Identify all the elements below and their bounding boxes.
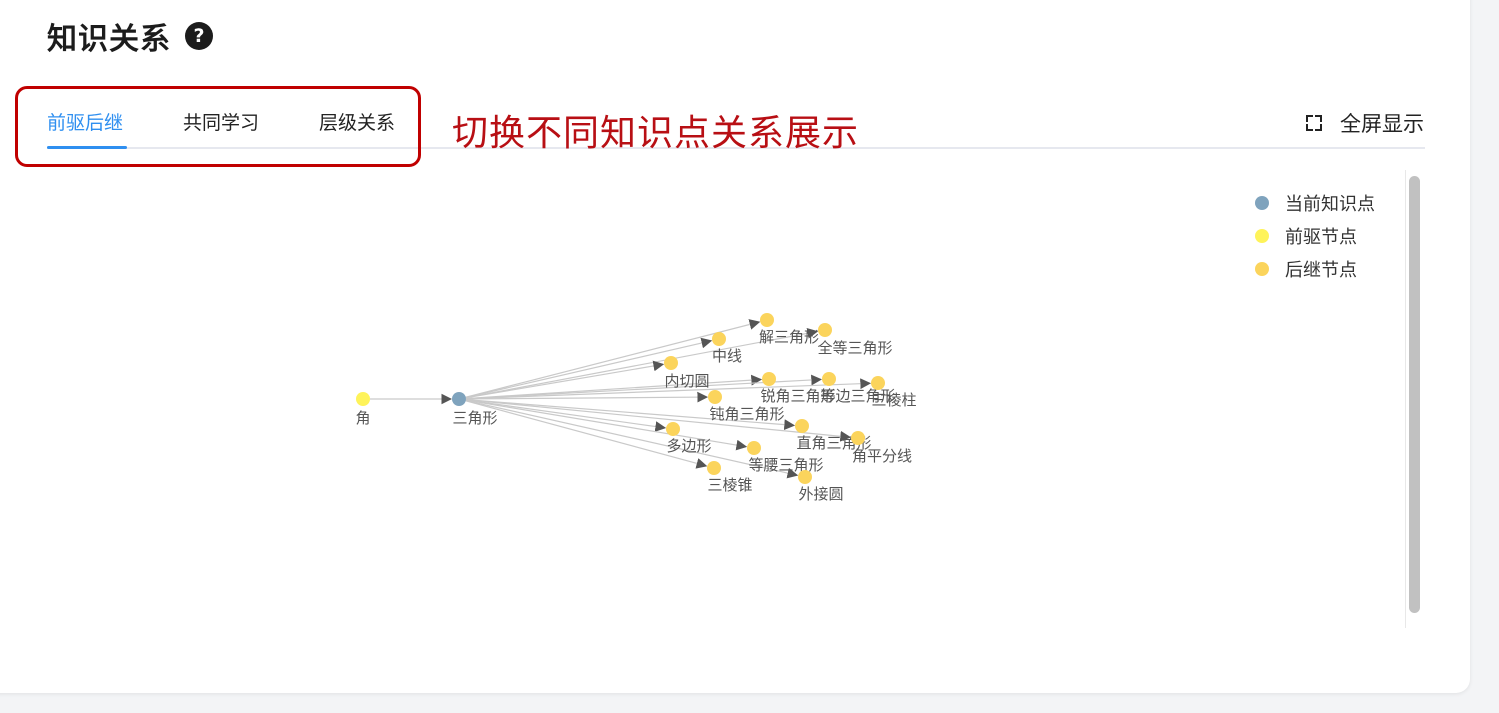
graph-scrollbar-thumb[interactable] (1409, 176, 1420, 613)
graph-node-label-jiao: 角 (355, 409, 370, 427)
graph-node-dengyao[interactable] (747, 441, 761, 455)
graph-node-label-jiaopingfenxian: 角平分线 (852, 447, 912, 465)
graph-node-dengbian[interactable] (822, 372, 836, 386)
graph-legend: 当前知识点 前驱节点 后继节点 (1255, 186, 1375, 285)
graph-node-waijieyuan[interactable] (798, 470, 812, 484)
graph-node-jiao[interactable] (356, 392, 370, 406)
graph-node-label-sanjiaoxing: 三角形 (452, 409, 497, 427)
graph-node-label-quandeng: 全等三角形 (817, 339, 892, 357)
graph-node-label-duobianxing: 多边形 (666, 437, 711, 455)
graph-node-zhongxian[interactable] (712, 332, 726, 346)
graph-node-label-dunjiao: 钝角三角形 (709, 405, 784, 423)
graph-node-duobianxing[interactable] (666, 422, 680, 436)
knowledge-graph[interactable]: 角三角形解三角形全等三角形中线内切圆锐角三角形等边三角形三棱柱钝角三角形多边形直… (0, 0, 1499, 713)
graph-node-jiaopingfenxian[interactable] (851, 431, 865, 445)
graph-node-label-waijieyuan: 外接圆 (798, 485, 843, 503)
graph-node-quandeng[interactable] (818, 323, 832, 337)
graph-node-sanlengzhui[interactable] (707, 461, 721, 475)
graph-node-jiesanjiaoxing[interactable] (760, 313, 774, 327)
graph-node-sanjiaoxing[interactable] (452, 392, 466, 406)
graph-node-neiqieyuan[interactable] (664, 356, 678, 370)
graph-node-label-sanlengzhu: 三棱柱 (871, 391, 916, 409)
legend-dot-current (1255, 195, 1269, 210)
legend-label-successor: 后继节点 (1285, 259, 1357, 281)
graph-node-label-jiesanjiaoxing: 解三角形 (759, 328, 819, 346)
graph-node-label-neiqieyuan: 内切圆 (664, 372, 709, 390)
graph-node-label-sanlengzhui: 三棱锥 (707, 476, 752, 494)
legend-label-predecessor: 前驱节点 (1285, 226, 1357, 248)
graph-node-label-zhongxian: 中线 (712, 347, 742, 365)
legend-dot-successor (1255, 261, 1269, 276)
legend-item-predecessor[interactable]: 前驱节点 (1255, 219, 1375, 252)
graph-node-dunjiao[interactable] (708, 390, 722, 404)
legend-dot-predecessor (1255, 228, 1269, 243)
graph-node-label-dengyao: 等腰三角形 (748, 456, 823, 474)
graph-node-sanlengzhu[interactable] (871, 376, 885, 390)
graph-node-zhijiao[interactable] (795, 419, 809, 433)
legend-label-current: 当前知识点 (1285, 193, 1375, 215)
legend-item-successor[interactable]: 后继节点 (1255, 252, 1375, 285)
legend-item-current[interactable]: 当前知识点 (1255, 186, 1375, 219)
graph-node-ruijiao[interactable] (762, 372, 776, 386)
